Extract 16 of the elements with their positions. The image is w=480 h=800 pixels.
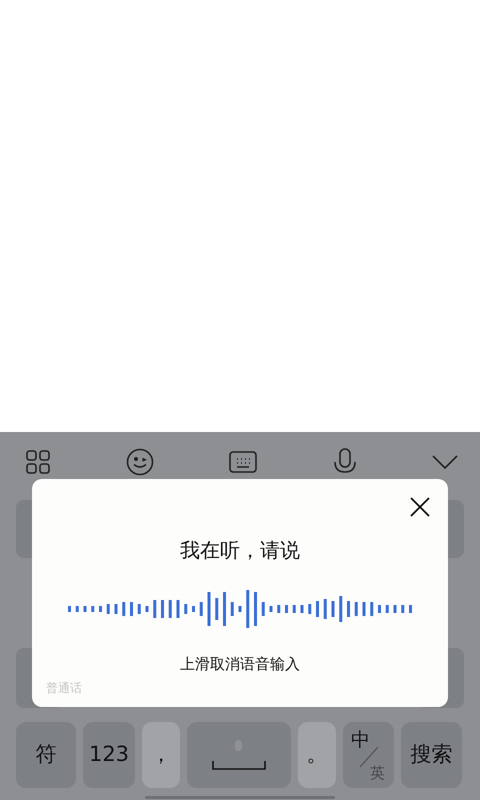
keyboard-key[interactable]: 。 (298, 722, 336, 788)
prompt-title: 我在听，请说 (179, 537, 301, 564)
keyboard-icon[interactable] (229, 451, 257, 473)
microphone-icon[interactable] (332, 448, 356, 476)
language-label: 普通话 (46, 680, 82, 697)
collapse-chevron-icon[interactable] (432, 455, 458, 469)
space-bar-icon (212, 737, 266, 773)
emoji-icon[interactable] (126, 448, 154, 476)
cancel-hint: 上滑取消语音输入 (179, 654, 301, 675)
keyboard-key[interactable]: 123 (83, 722, 135, 788)
keyboard-key[interactable]: ， (142, 722, 180, 788)
language-switch-key[interactable]: 中 英 (343, 722, 394, 788)
keyboard-key[interactable]: 搜索 (401, 722, 462, 788)
apps-grid-icon[interactable] (26, 450, 50, 474)
close-icon[interactable] (410, 497, 430, 517)
keyboard-key[interactable]: 符 (16, 722, 76, 788)
